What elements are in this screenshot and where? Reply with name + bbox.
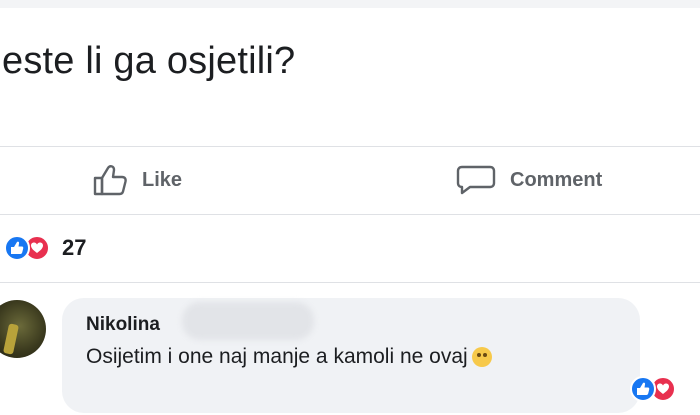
thumbs-up-icon [92,163,128,197]
comment-bubble: Nikolina Osijetim i one naj manje a kamo… [62,298,640,413]
reaction-count: 27 [62,235,87,260]
author-name-blur [182,302,314,340]
comment-author[interactable]: Nikolina [86,314,160,336]
comment-bubble-icon [456,163,496,197]
reactions-summary[interactable]: 27 [0,230,86,266]
avatar-detail [2,323,20,355]
commenter-avatar[interactable] [0,300,46,358]
facebook-post: este li ga osjetili? Like Comment 27 Nik… [0,0,700,415]
comment-button[interactable]: Comment [456,160,602,200]
divider-actions [0,214,700,215]
comment-label: Comment [510,168,603,191]
divider-reactions [0,282,700,283]
top-strip [0,0,700,8]
like-label: Like [142,168,183,191]
comment-like-reaction-icon [630,376,656,402]
comment-text: Osijetim i one naj manje a kamoli ne ova… [86,345,468,368]
comment-text-block: Osijetim i one naj manje a kamoli ne ova… [86,342,606,372]
like-button[interactable]: Like [92,160,182,200]
divider-top [0,146,700,147]
astonished-face-emoji-icon [471,347,492,367]
post-text: este li ga osjetili? [2,40,296,82]
like-reaction-icon [4,235,30,261]
comment-reactions[interactable] [626,376,676,402]
